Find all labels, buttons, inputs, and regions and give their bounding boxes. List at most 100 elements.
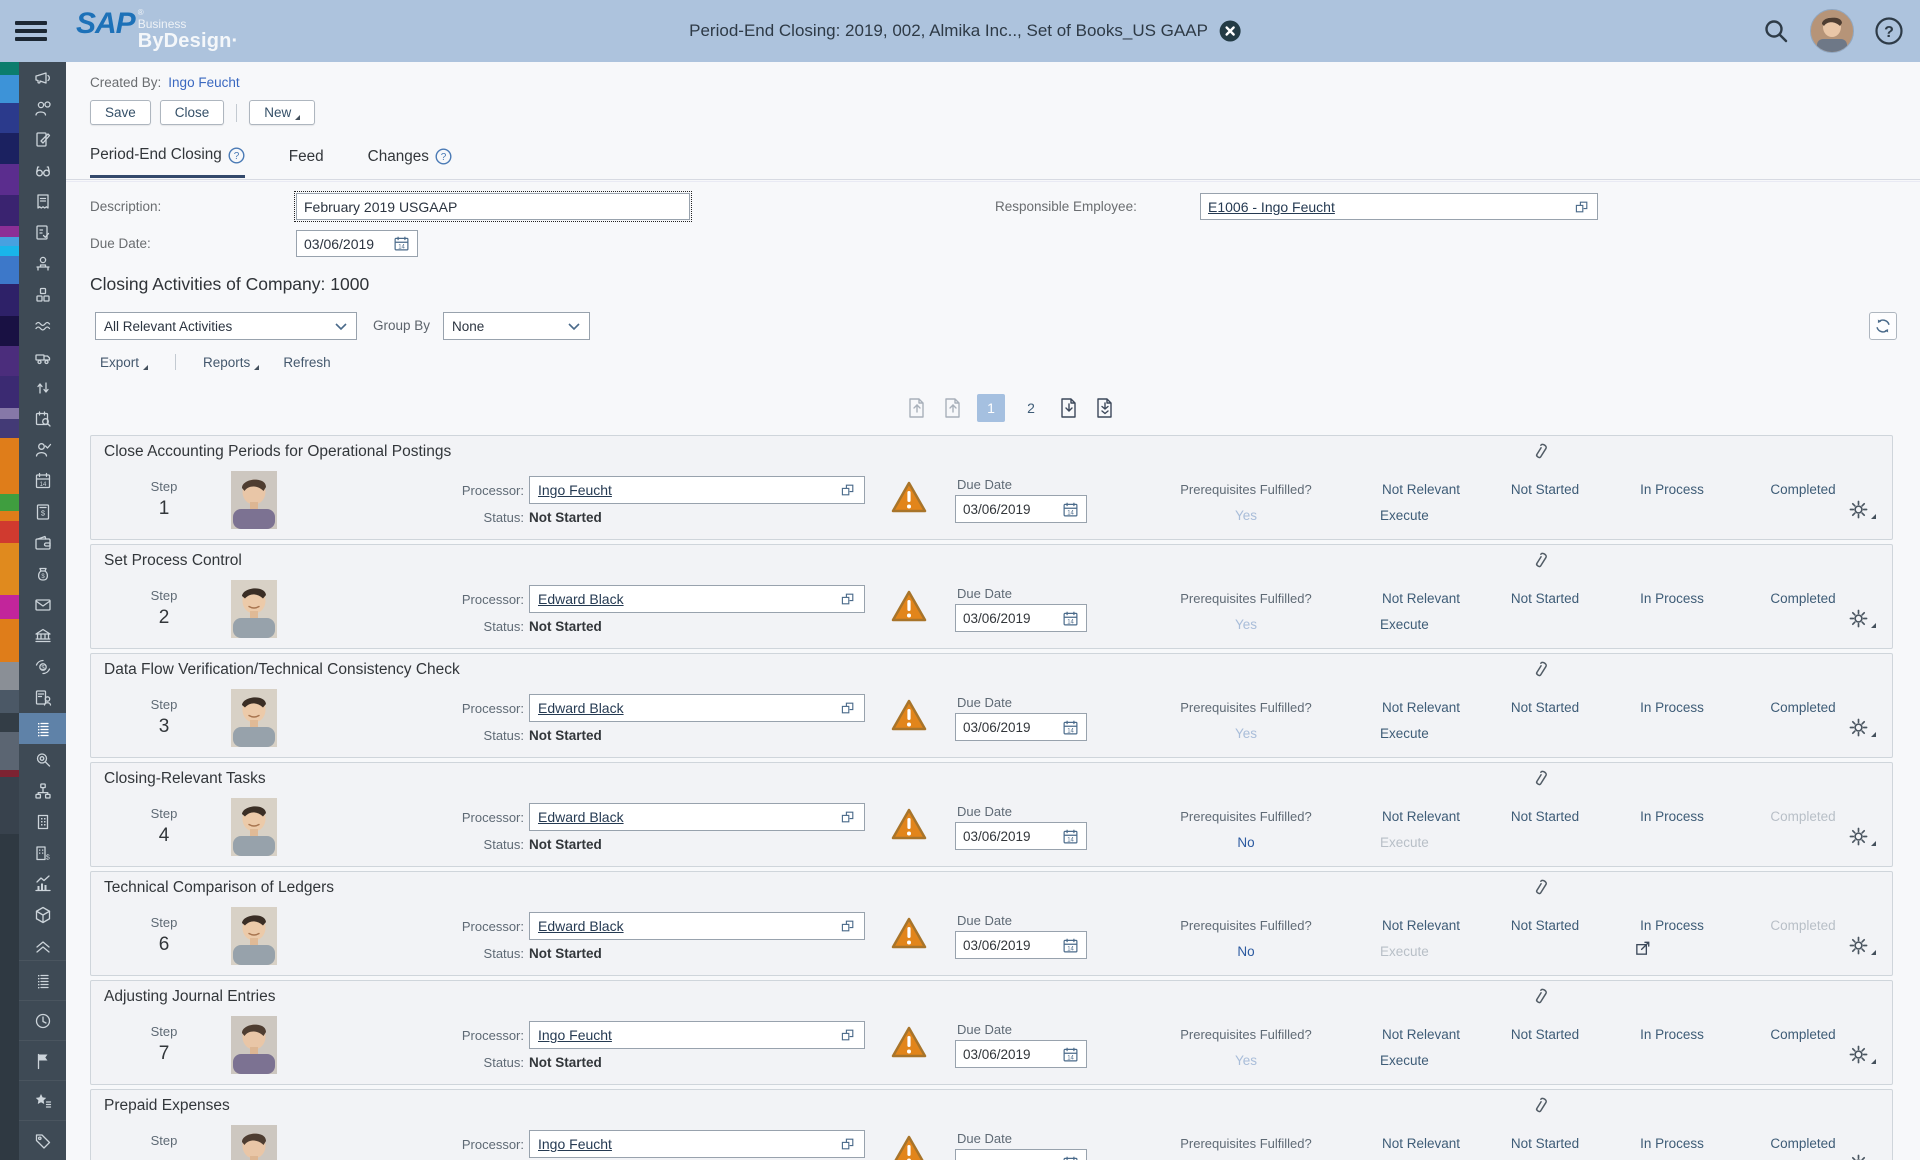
in-process-action[interactable]: In Process [1622,591,1722,606]
execute-action[interactable]: Execute [1380,944,1429,959]
attachment-paperclip-icon[interactable] [1531,877,1550,903]
open-dialog-icon[interactable] [840,1136,856,1152]
not-started-action[interactable]: Not Started [1495,918,1595,933]
due-date-field[interactable]: 03/06/201914 [955,495,1087,523]
processor-field[interactable]: Edward Black [529,585,865,613]
processor-link[interactable]: Edward Black [538,591,624,607]
open-dialog-icon[interactable] [840,591,856,607]
prerequisites-value[interactable]: No [1169,835,1323,850]
sidebar-item-search-coins[interactable] [19,744,66,775]
execute-action[interactable]: Execute [1380,835,1429,850]
not-started-action[interactable]: Not Started [1495,1027,1595,1042]
attachment-paperclip-icon[interactable] [1531,659,1550,685]
not-relevant-action[interactable]: Not Relevant [1371,591,1471,606]
sidebar-item-person-money[interactable] [19,93,66,124]
not-relevant-action[interactable]: Not Relevant [1371,918,1471,933]
not-relevant-action[interactable]: Not Relevant [1371,482,1471,497]
completed-action[interactable]: Completed [1753,1027,1853,1042]
sidebar-item-home-chevrons[interactable] [19,930,66,961]
not-started-action[interactable]: Not Started [1495,809,1595,824]
save-button[interactable]: Save [90,100,151,125]
completed-action[interactable]: Completed [1753,918,1853,933]
sidebar-item-building[interactable] [19,806,66,837]
new-button[interactable]: New [249,100,315,125]
sidebar-item-doc-person[interactable] [19,682,66,713]
sidebar-item-wallet[interactable] [19,527,66,558]
sidebar-item-clock[interactable] [19,1000,66,1040]
close-button[interactable]: Close [160,100,225,125]
created-by-link[interactable]: Ingo Feucht [168,75,239,90]
execute-action[interactable]: Execute [1380,508,1429,523]
settings-gear-icon[interactable] [1849,1154,1876,1160]
attachment-paperclip-icon[interactable] [1531,1095,1550,1121]
tab-period-end-closing[interactable]: Period-End Closing ? [90,146,245,178]
prerequisites-value[interactable]: Yes [1169,617,1323,632]
open-dialog-icon[interactable] [840,482,856,498]
not-started-action[interactable]: Not Started [1495,482,1595,497]
responsible-employee-field[interactable]: E1006 - Ingo Feucht [1200,193,1598,220]
due-date-field[interactable]: 14 [955,1149,1087,1160]
refresh-button[interactable]: Refresh [283,355,330,370]
settings-gear-icon[interactable] [1849,1045,1876,1064]
activity-filter-select[interactable]: All Relevant Activities [95,312,357,340]
settings-gear-icon[interactable] [1849,827,1876,846]
processor-field[interactable]: Ingo Feucht [529,476,865,504]
attachment-paperclip-icon[interactable] [1531,550,1550,576]
settings-gear-icon[interactable] [1849,718,1876,737]
search-icon[interactable] [1762,17,1790,45]
due-date-field[interactable]: 03/06/201914 [955,1040,1087,1068]
last-page-icon[interactable] [1093,396,1117,420]
sidebar-item-envelope-money[interactable] [19,589,66,620]
open-window-icon[interactable] [1634,938,1653,962]
open-dialog-icon[interactable] [840,700,856,716]
sidebar-item-doc-check[interactable] [19,217,66,248]
page-2[interactable]: 2 [1017,394,1045,422]
open-dialog-icon[interactable] [840,1027,856,1043]
close-document-icon[interactable] [1218,19,1242,43]
sidebar-item-hexagon[interactable] [19,899,66,930]
sidebar-item-cal-search[interactable] [19,403,66,434]
tab-feed[interactable]: Feed [289,146,324,178]
processor-link[interactable]: Ingo Feucht [538,1136,612,1152]
open-dialog-icon[interactable] [840,918,856,934]
first-page-icon[interactable] [905,396,929,420]
completed-action[interactable]: Completed [1753,591,1853,606]
settings-gear-icon[interactable] [1849,500,1876,519]
user-avatar[interactable] [1810,9,1854,53]
completed-action[interactable]: Completed [1753,700,1853,715]
sidebar-item-coin-exchange[interactable]: $ [19,651,66,682]
processor-link[interactable]: Ingo Feucht [538,1027,612,1043]
tab-changes[interactable]: Changes ? [368,146,452,178]
not-started-action[interactable]: Not Started [1495,700,1595,715]
previous-page-icon[interactable] [941,396,965,420]
sidebar-item-doc-pen[interactable] [19,124,66,155]
in-process-action[interactable]: In Process [1622,482,1722,497]
not-started-action[interactable]: Not Started [1495,591,1595,606]
responsible-employee-link[interactable]: E1006 - Ingo Feucht [1208,199,1335,215]
sidebar-item-doc-dollar[interactable]: $ [19,496,66,527]
execute-action[interactable]: Execute [1380,617,1429,632]
execute-action[interactable]: Execute [1380,1053,1429,1068]
page-1[interactable]: 1 [977,394,1005,422]
completed-action[interactable]: Completed [1753,809,1853,824]
attachment-paperclip-icon[interactable] [1531,986,1550,1012]
execute-action[interactable]: Execute [1380,726,1429,741]
reports-button[interactable]: Reports [203,355,259,370]
description-input[interactable] [296,193,690,220]
settings-gear-icon[interactable] [1849,609,1876,628]
sidebar-item-waves[interactable] [19,310,66,341]
due-date-field[interactable]: 03/06/201914 [955,713,1087,741]
due-date-field[interactable]: 03/06/201914 [955,604,1087,632]
sidebar-item-megaphone[interactable] [19,62,66,93]
completed-action[interactable]: Completed [1753,482,1853,497]
prerequisites-value[interactable]: Yes [1169,508,1323,523]
group-by-select[interactable]: None [443,312,590,340]
completed-action[interactable]: Completed [1753,1136,1853,1151]
processor-link[interactable]: Ingo Feucht [538,482,612,498]
processor-field[interactable]: Ingo Feucht [529,1021,865,1049]
not-relevant-action[interactable]: Not Relevant [1371,1136,1471,1151]
attachment-paperclip-icon[interactable] [1531,441,1550,467]
settings-gear-icon[interactable] [1849,936,1876,955]
in-process-action[interactable]: In Process [1622,700,1722,715]
in-process-action[interactable]: In Process [1622,809,1722,824]
